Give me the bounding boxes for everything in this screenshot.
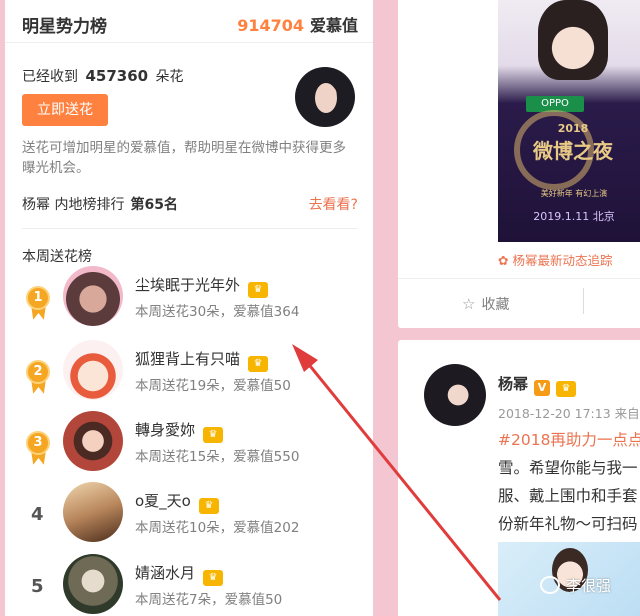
gold-medal-icon: 3 (23, 431, 53, 467)
divider (583, 288, 584, 314)
crown-badge-icon: ♛ (203, 570, 224, 586)
flower-icon: ✿ (498, 253, 513, 268)
love-value-label: 爱慕值 (309, 16, 358, 35)
list-item[interactable]: 1 尘埃眠于光年外 ♛ 本周送花30朵，爱慕值364 (5, 266, 373, 336)
crown-badge-icon: ♛ (198, 498, 219, 514)
list-item[interactable]: 4 o夏_天o ♛ 本周送花10朵，爱慕值202 (5, 482, 373, 552)
rank-number: 5 (31, 576, 44, 597)
send-flower-button[interactable]: 立即送花 (22, 94, 108, 126)
user-avatar[interactable] (63, 340, 123, 400)
user-stats: 本周送花19朵，爱慕值50 (135, 378, 291, 394)
poster-avatar[interactable] (424, 364, 486, 426)
avatar-face (315, 83, 337, 113)
post-line: 份新年礼物～可扫码 (498, 515, 638, 533)
user-name[interactable]: 轉身愛妳 ♛ (135, 419, 224, 443)
go-look-link[interactable]: 去看看? (309, 194, 358, 214)
received-count: 457360 (85, 67, 149, 85)
latest-updates-link[interactable]: ✿ 杨幂最新动态追踪 (498, 250, 612, 269)
user-avatar[interactable] (63, 266, 123, 326)
divider (22, 228, 358, 229)
featured-post-card: OPPO 2018 微博之夜 美好新年 有幻上演 2019.1.11 北京 ✿ 杨… (398, 0, 640, 328)
gold-medal-icon: 2 (23, 360, 53, 396)
poster-title: 2018 微博之夜 (533, 122, 613, 163)
crown-badge-icon: ♛ (556, 381, 577, 397)
post-content: #2018再助力一点点 雪。希望你能与我一 服、戴上围巾和手套 份新年礼物～可扫… (498, 426, 640, 538)
hashtag-link[interactable]: #2018再助力一点点 (498, 426, 640, 454)
star-power-panel: 明星势力榜 914704 爱慕值 已经收到 457360 朵花 立即送花 送花可增… (5, 0, 373, 616)
user-avatar[interactable] (63, 482, 123, 542)
received-unit: 朵花 (155, 69, 184, 85)
star-avatar[interactable] (295, 67, 355, 127)
rank-info: 杨幂 内地榜排行 第65名 (22, 194, 178, 214)
poster-slogan: 美好新年 有幻上演 (540, 189, 608, 198)
user-name[interactable]: 尘埃眠于光年外 ♛ (135, 274, 269, 298)
user-avatar[interactable] (63, 554, 123, 614)
crown-badge-icon: ♛ (203, 427, 224, 443)
user-stats: 本周送花10朵，爱慕值202 (135, 520, 300, 536)
gold-medal-icon: 1 (23, 286, 53, 322)
love-value-display: 914704 爱慕值 (237, 12, 358, 36)
list-item[interactable]: 5 婧涵水月 ♛ 本周送花7朵，爱慕值50 (5, 554, 373, 616)
user-name[interactable]: 婧涵水月 ♛ (135, 562, 224, 586)
panel-title: 明星势力榜 (22, 17, 107, 37)
list-item[interactable]: 3 轉身愛妳 ♛ 本周送花15朵，爱慕值550 (5, 411, 373, 481)
wechat-logo-icon (540, 576, 560, 594)
received-prefix: 已经收到 (22, 69, 78, 85)
post-line: 服、戴上围巾和手套 (498, 487, 638, 505)
post-line: 雪。希望你能与我一 (498, 459, 638, 477)
user-name[interactable]: 狐狸背上有只喵 ♛ (135, 348, 269, 372)
divider (5, 42, 373, 43)
user-avatar[interactable] (63, 411, 123, 471)
poster-date: 2019.1.11 北京 (533, 210, 615, 223)
user-stats: 本周送花7朵，爱慕值50 (135, 592, 283, 608)
star-icon: ☆ (462, 295, 476, 313)
love-value-number: 914704 (237, 16, 304, 35)
post-author[interactable]: 杨幂 V ♛ (498, 373, 577, 397)
event-poster-image[interactable]: OPPO 2018 微博之夜 美好新年 有幻上演 2019.1.11 北京 (498, 0, 640, 242)
panel-header: 明星势力榜 914704 爱慕值 (22, 12, 358, 40)
received-flowers: 已经收到 457360 朵花 (22, 66, 184, 86)
weekly-flower-title: 本周送花榜 (22, 249, 92, 265)
user-stats: 本周送花30朵，爱慕值364 (135, 304, 300, 320)
rank-value: 第65名 (130, 197, 178, 213)
collect-button[interactable]: ☆ 收藏 (462, 294, 509, 314)
divider (398, 278, 640, 279)
poster-portrait (538, 0, 608, 80)
crown-badge-icon: ♛ (248, 282, 269, 298)
crown-badge-icon: ♛ (248, 356, 269, 372)
rank-prefix: 杨幂 内地榜排行 (22, 197, 125, 213)
user-name[interactable]: o夏_天o ♛ (135, 490, 219, 514)
rank-number: 4 (31, 504, 44, 525)
description-text: 送花可增加明星的爱慕值，帮助明星在微博中获得更多曝光机会。 (22, 140, 346, 176)
rank-row: 杨幂 内地榜排行 第65名 去看看? (22, 194, 358, 214)
verified-badge-icon: V (534, 380, 551, 396)
user-stats: 本周送花15朵，爱慕值550 (135, 449, 300, 465)
watermark: 李很强 (540, 575, 611, 596)
list-item[interactable]: 2 狐狸背上有只喵 ♛ 本周送花19朵，爱慕值50 (5, 340, 373, 410)
post-timestamp: 2018-12-20 17:13 来自 (498, 406, 640, 421)
